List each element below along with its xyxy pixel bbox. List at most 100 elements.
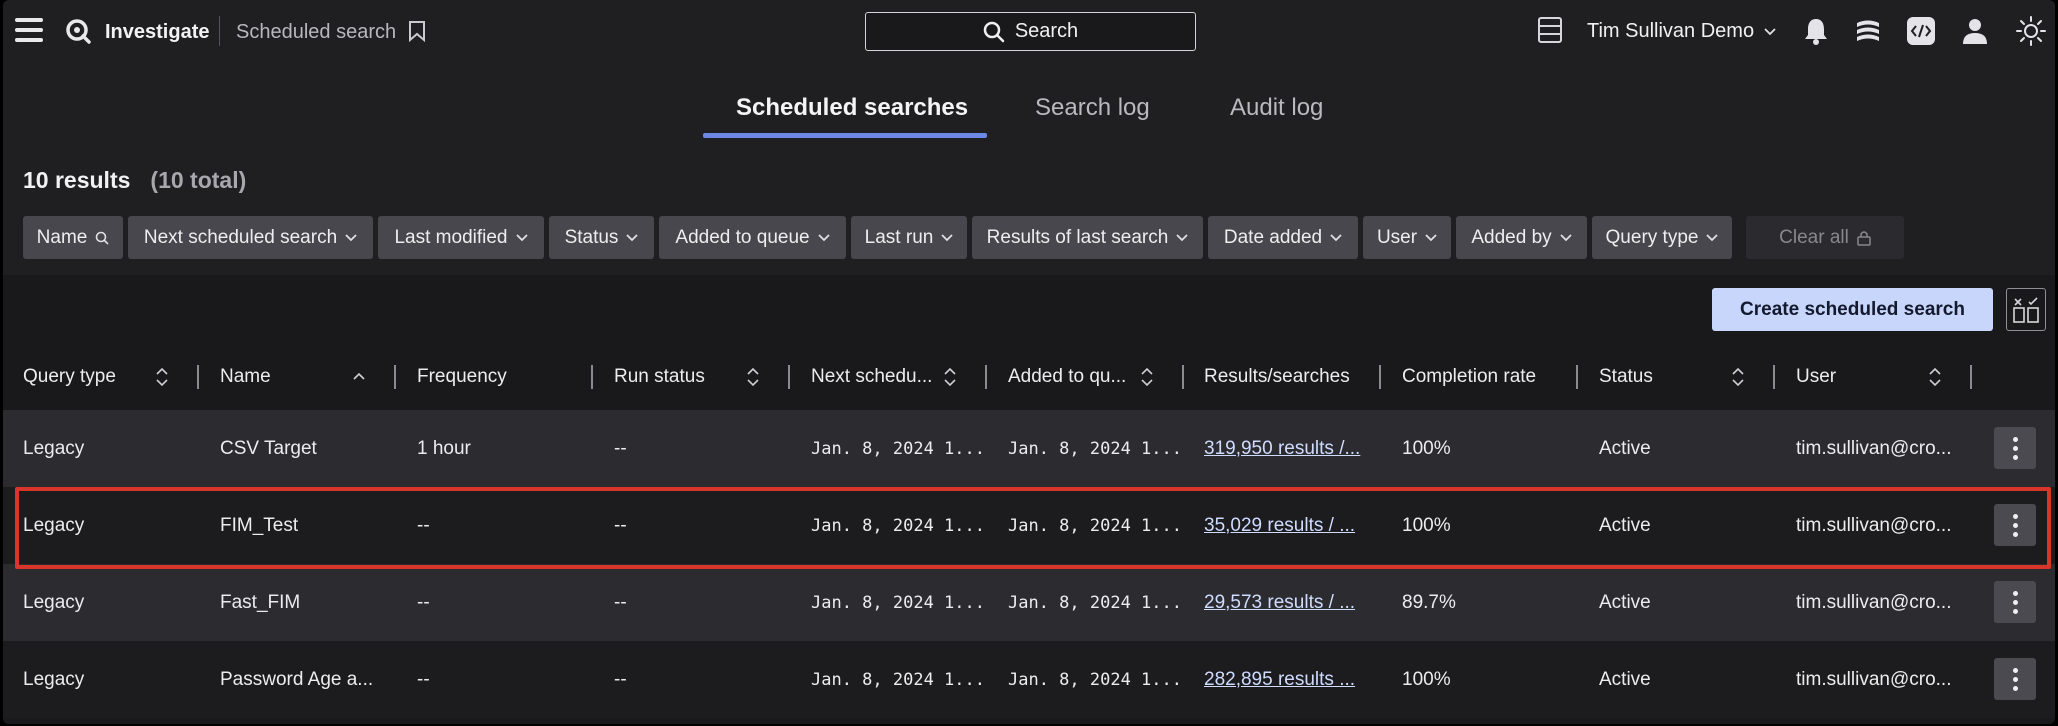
filter-next-scheduled-search[interactable]: Next scheduled search [128, 216, 373, 259]
filter-added-to-queue[interactable]: Added to queue [659, 216, 846, 259]
cell-completion-rate: 100% [1402, 437, 1451, 459]
column-run-status[interactable]: Run status [614, 353, 764, 401]
table-row[interactable]: Legacy Password Age a... -- -- Jan. 8, 2… [3, 641, 2055, 718]
row-actions-button[interactable] [1994, 427, 2036, 469]
filter-status[interactable]: Status [549, 216, 654, 259]
tab-scheduled-searches[interactable]: Scheduled searches [736, 94, 968, 122]
tab-search-log[interactable]: Search log [1035, 94, 1150, 122]
column-divider [197, 365, 199, 389]
column-label: Query type [23, 366, 116, 387]
bell-icon[interactable] [1801, 16, 1831, 46]
cell-user: tim.sullivan@cro... [1796, 668, 1952, 690]
column-divider [1773, 365, 1775, 389]
filter-name[interactable]: Name [23, 216, 123, 259]
search-label: Search [1014, 20, 1079, 42]
server-icon[interactable] [1538, 17, 1562, 43]
cell-run-status: -- [614, 514, 627, 536]
table-row[interactable]: Legacy CSV Target 1 hour -- Jan. 8, 2024… [3, 410, 2055, 487]
filter-label: Last run [864, 226, 934, 248]
clear-all-button[interactable]: Clear all [1746, 216, 1904, 259]
table-row[interactable]: Legacy Fast_FIM -- -- Jan. 8, 2024 1... … [3, 564, 2055, 641]
cell-run-status: -- [614, 668, 627, 690]
filter-label: Next scheduled search [143, 226, 338, 248]
column-user[interactable]: User [1796, 353, 1946, 401]
column-divider [1970, 365, 1972, 389]
cell-completion-rate: 100% [1402, 668, 1451, 690]
column-name[interactable]: Name [220, 353, 370, 401]
column-completion-rate[interactable]: Completion rate [1402, 353, 1572, 401]
search-button[interactable]: Search [865, 12, 1196, 51]
cell-results-link[interactable]: 35,029 results / ... [1204, 487, 1384, 564]
chevron-down-icon [345, 233, 357, 241]
column-label: Status [1599, 366, 1653, 387]
filter-last-modified[interactable]: Last modified [378, 216, 544, 259]
filter-last-run[interactable]: Last run [851, 216, 967, 259]
chevron-down-icon [817, 233, 830, 241]
logo-icon[interactable] [65, 18, 91, 44]
chevron-down-icon [1560, 233, 1572, 241]
filter-query-type[interactable]: Query type [1592, 216, 1732, 259]
cell-frequency: -- [417, 514, 430, 536]
create-scheduled-search-button[interactable]: Create scheduled search [1712, 288, 1993, 331]
column-query-type[interactable]: Query type [23, 353, 173, 401]
account-switcher[interactable]: Tim Sullivan Demo [1587, 20, 1776, 43]
active-tab-indicator [703, 133, 987, 138]
cell-query-type: Legacy [23, 514, 85, 536]
cell-run-status: -- [614, 437, 627, 459]
search-icon [96, 231, 109, 245]
account-name: Tim Sullivan Demo [1587, 20, 1755, 42]
column-next-scheduled[interactable]: Next schedu... [811, 353, 961, 401]
cell-added-to-queue: Jan. 8, 2024 1... [1008, 592, 1182, 613]
column-status[interactable]: Status [1599, 353, 1749, 401]
search-icon [983, 21, 1005, 42]
chevron-down-icon [1764, 27, 1776, 35]
cell-user: tim.sullivan@cro... [1796, 514, 1952, 536]
filter-label: Query type [1605, 226, 1699, 248]
filter-results-of-last-search[interactable]: Results of last search [972, 216, 1203, 259]
tab-audit-log[interactable]: Audit log [1230, 94, 1323, 122]
sort-icon [1732, 367, 1744, 387]
app-name[interactable]: Investigate [105, 21, 209, 44]
cell-query-type: Legacy [23, 591, 85, 613]
cell-completion-rate: 100% [1402, 514, 1451, 536]
chevron-down-icon [941, 233, 953, 241]
code-icon[interactable] [1906, 16, 1936, 46]
column-results-searches[interactable]: Results/searches [1204, 353, 1374, 401]
filter-added-by[interactable]: Added by [1456, 216, 1587, 259]
column-divider [985, 365, 987, 389]
column-divider [788, 365, 790, 389]
chevron-down-icon [1330, 233, 1342, 241]
column-frequency[interactable]: Frequency [417, 353, 567, 401]
chevron-down-icon [1425, 233, 1437, 241]
cell-next-scheduled: Jan. 8, 2024 1... [811, 438, 985, 459]
user-icon[interactable] [1960, 16, 1990, 46]
cell-next-scheduled: Jan. 8, 2024 1... [811, 515, 985, 536]
page-breadcrumb: Scheduled search [236, 21, 397, 43]
cell-added-to-queue: Jan. 8, 2024 1... [1008, 669, 1182, 690]
cell-results-link[interactable]: 319,950 results /... [1204, 410, 1384, 487]
filter-label: Added by [1471, 226, 1552, 248]
menu-icon[interactable] [15, 18, 43, 42]
stack-icon[interactable] [1853, 16, 1883, 46]
column-settings-button[interactable] [2006, 288, 2046, 331]
cell-name: CSV Target [220, 437, 317, 459]
filter-date-added[interactable]: Date added [1208, 216, 1358, 259]
row-actions-button[interactable] [1994, 581, 2036, 623]
column-label: Name [220, 366, 271, 387]
column-added-to-queue[interactable]: Added to qu... [1008, 353, 1158, 401]
table-row[interactable]: Legacy FIM_Test -- -- Jan. 8, 2024 1... … [3, 487, 2055, 564]
column-divider [1182, 365, 1184, 389]
chevron-down-icon [515, 233, 528, 241]
results-count-value: 10 results [23, 167, 131, 193]
bookmark-icon[interactable] [408, 20, 426, 42]
filter-label: Added to queue [675, 226, 810, 248]
sun-icon[interactable] [2016, 16, 2046, 46]
row-actions-button[interactable] [1994, 504, 2036, 546]
sort-icon [156, 367, 168, 387]
row-actions-button[interactable] [1994, 658, 2036, 700]
cell-results-link[interactable]: 29,573 results / ... [1204, 564, 1384, 641]
filter-user[interactable]: User [1363, 216, 1451, 259]
chevron-down-icon [1706, 233, 1719, 241]
chevron-down-icon [1176, 233, 1188, 241]
cell-results-link[interactable]: 282,895 results ... [1204, 641, 1384, 718]
